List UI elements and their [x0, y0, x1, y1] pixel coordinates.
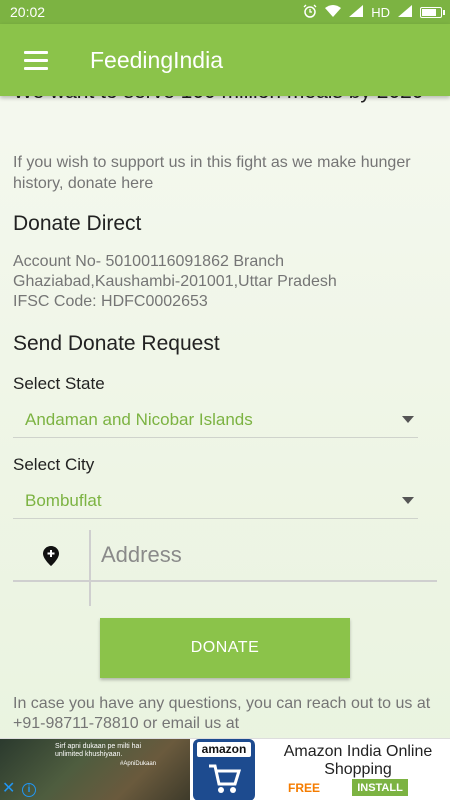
address-input[interactable]	[91, 530, 437, 582]
headline: We want to serve 100 million meals by 20…	[13, 96, 433, 105]
install-button[interactable]: INSTALL	[352, 779, 408, 796]
city-label: Select City	[13, 455, 95, 474]
state-select[interactable]: Andaman and Nicobar Islands	[13, 402, 418, 438]
support-text: If you wish to support us in this fight …	[13, 154, 411, 192]
wifi-icon	[325, 4, 342, 20]
state-select-value: Andaman and Nicobar Islands	[25, 409, 253, 429]
status-time: 20:02	[10, 4, 46, 20]
app-title: FeedingIndia	[90, 46, 223, 73]
ad-banner[interactable]: Sirf apni dukaan pe milti hai unlimited …	[0, 738, 450, 800]
donate-direct-title: Donate Direct	[13, 212, 142, 235]
shopping-cart-icon	[209, 764, 241, 793]
hamburger-menu-icon[interactable]	[8, 32, 64, 88]
signal-icon-2	[398, 4, 412, 20]
dropdown-arrow-icon	[402, 416, 414, 423]
ad-image-caption: Sirf apni dukaan pe milti hai unlimited …	[55, 743, 141, 758]
network-type: HD	[371, 4, 390, 20]
status-icons: HD	[303, 4, 445, 21]
dropdown-arrow-icon	[402, 497, 414, 504]
ad-image-tag: #ApniDukaan	[120, 761, 157, 767]
signal-icon	[349, 4, 364, 20]
amazon-logo-word: amazon	[197, 742, 251, 757]
city-select[interactable]: Bombuflat	[13, 483, 418, 519]
battery-icon	[420, 6, 445, 18]
contact-text: In case you have any questions, you can …	[13, 695, 431, 732]
address-field-row	[13, 530, 437, 606]
app-bar: FeedingIndia	[0, 24, 450, 96]
status-bar: 20:02 HD	[0, 0, 450, 24]
donate-content[interactable]: We want to serve 100 million meals by 20…	[0, 96, 450, 738]
alarm-icon	[303, 4, 317, 21]
ad-price: FREE	[288, 781, 321, 795]
address-underline	[13, 580, 89, 582]
amazon-logo[interactable]: amazon	[193, 739, 255, 800]
ad-info-icon[interactable]: i	[22, 783, 36, 797]
city-select-value: Bombuflat	[25, 490, 102, 510]
send-request-title: Send Donate Request	[13, 332, 220, 355]
ad-title[interactable]: Amazon India Online Shopping	[268, 743, 448, 779]
location-pin-icon	[13, 530, 89, 582]
ad-close-icon[interactable]: ✕	[2, 781, 15, 797]
account-details: Account No- 50100116091862 Branch Ghazia…	[13, 253, 337, 310]
state-label: Select State	[13, 374, 105, 393]
donate-button[interactable]: DONATE	[100, 618, 350, 678]
